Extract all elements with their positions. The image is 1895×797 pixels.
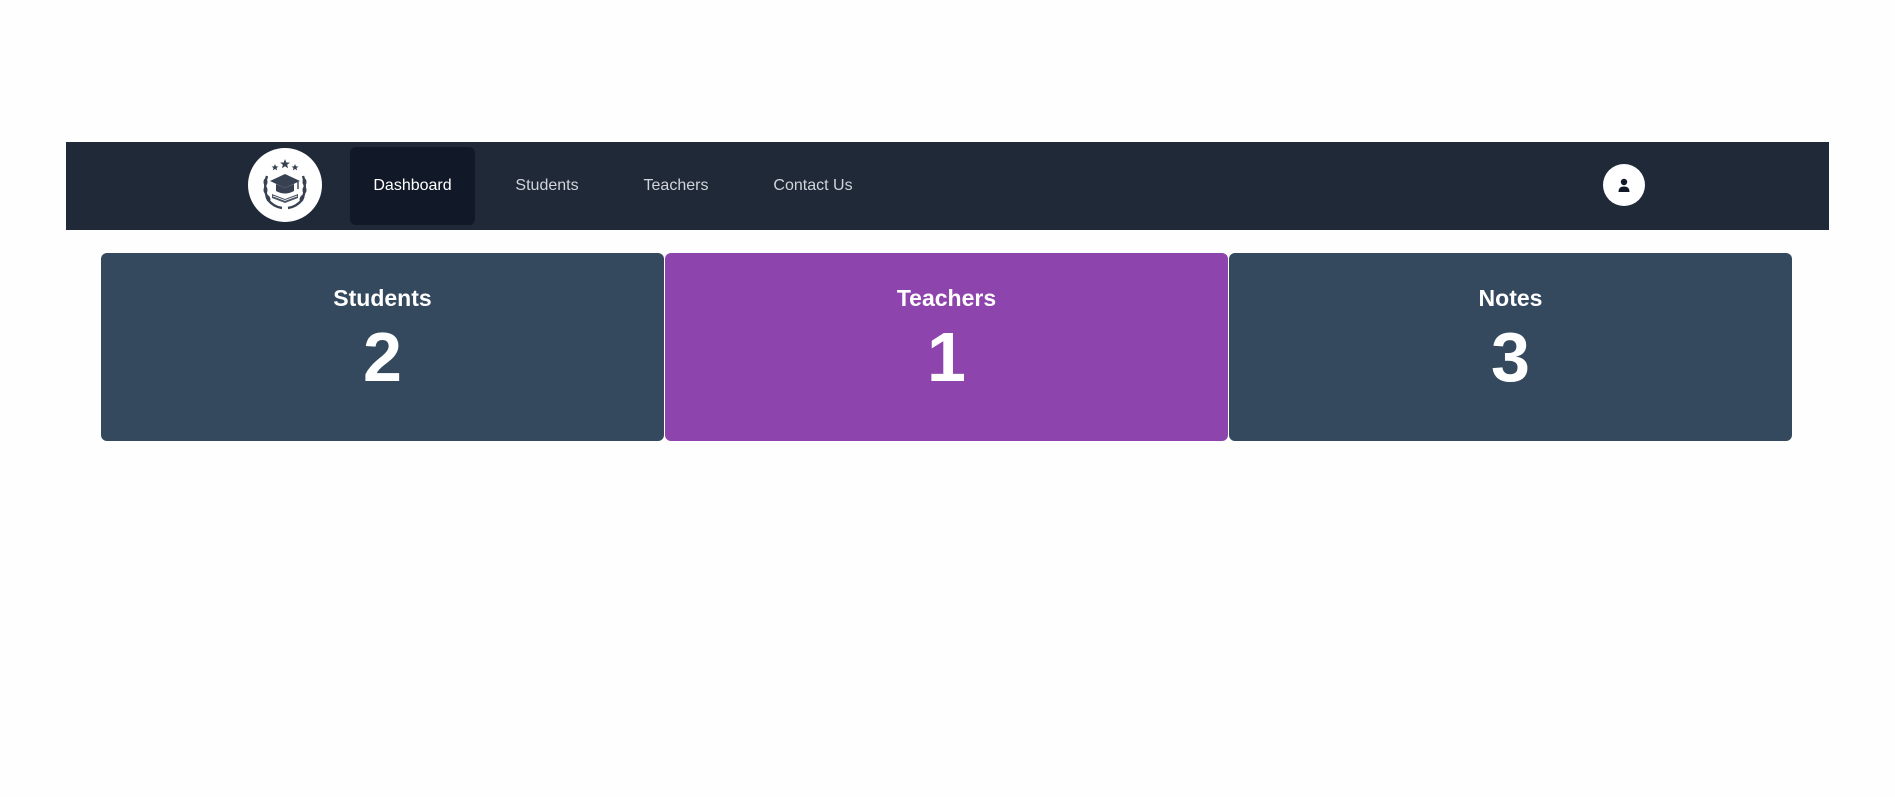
card-value: 3 <box>1491 318 1530 396</box>
nav-item-dashboard[interactable]: Dashboard <box>350 147 475 225</box>
logo[interactable] <box>248 148 322 222</box>
nav-item-label: Dashboard <box>373 177 452 194</box>
nav-item-contact-us[interactable]: Contact Us <box>749 147 877 225</box>
nav-item-students[interactable]: Students <box>491 147 603 225</box>
top-navbar: Dashboard Students Teachers Contact Us <box>66 142 1829 230</box>
card-value: 2 <box>363 318 402 396</box>
card-value: 1 <box>927 318 966 396</box>
nav-item-label: Students <box>515 177 579 194</box>
user-icon <box>1618 178 1630 192</box>
card-title: Students <box>333 285 432 311</box>
user-menu-button[interactable] <box>1603 164 1645 206</box>
card-title: Teachers <box>896 285 997 311</box>
nav-item-teachers[interactable]: Teachers <box>619 147 733 225</box>
teachers-stat-card[interactable]: Teachers 1 <box>665 253 1228 441</box>
students-stat-card[interactable]: Students 2 <box>101 253 664 441</box>
nav-item-label: Teachers <box>643 177 709 194</box>
nav-item-label: Contact Us <box>773 177 853 194</box>
notes-stat-card[interactable]: Notes 3 <box>1229 253 1792 441</box>
card-title: Notes <box>1478 285 1543 311</box>
graduation-cap-laurel-icon <box>263 159 307 210</box>
